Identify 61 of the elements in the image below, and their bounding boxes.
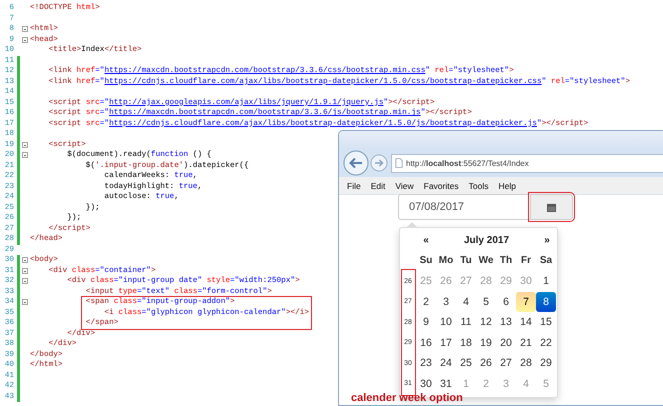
weekday-label: Fr <box>520 254 532 268</box>
day-cell[interactable]: 12 <box>476 312 496 332</box>
menu-item[interactable]: File <box>347 180 361 190</box>
day-cell[interactable]: 20 <box>496 332 516 353</box>
day-cell[interactable]: 17 <box>436 332 456 353</box>
day-cell[interactable]: 1 <box>536 271 556 292</box>
weekday-label: Th <box>498 254 514 268</box>
day-cell[interactable]: 6 <box>496 292 516 312</box>
caption: calender week option <box>351 392 463 404</box>
menu-item[interactable]: Edit <box>370 180 386 190</box>
fold-icon[interactable] <box>22 142 28 148</box>
day-cell[interactable]: 22 <box>536 332 556 353</box>
weekday-label: Sa <box>538 254 554 268</box>
fold-icon[interactable] <box>22 36 28 43</box>
fold-icon[interactable] <box>22 152 28 158</box>
address-bar[interactable]: http://localhost:55627/Test4/Index <box>391 154 663 172</box>
day-cell[interactable]: 13 <box>496 312 516 332</box>
day-cell[interactable]: 5 <box>476 292 496 312</box>
day-cell[interactable]: 26 <box>476 353 496 374</box>
day-cell[interactable]: 27 <box>496 353 516 374</box>
previous-month-button[interactable]: « <box>416 234 436 246</box>
fold-icon[interactable] <box>22 268 28 274</box>
page-icon <box>395 158 403 168</box>
fold-icon[interactable] <box>22 257 28 264</box>
day-cell[interactable]: 11 <box>456 312 476 332</box>
day-cell[interactable]: 19 <box>476 332 496 353</box>
day-cell[interactable]: 8 <box>536 292 556 312</box>
day-cell[interactable]: 15 <box>536 312 556 332</box>
day-cell[interactable]: 29 <box>536 353 556 374</box>
day-cell[interactable]: 18 <box>456 332 476 353</box>
weekday-label: Mo <box>438 254 454 268</box>
next-month-button[interactable]: » <box>537 234 557 246</box>
weekday-label: Tu <box>459 254 473 268</box>
day-cell[interactable]: 24 <box>436 353 456 374</box>
menu-item[interactable]: Tools <box>468 180 488 190</box>
day-cell[interactable]: 14 <box>516 312 536 332</box>
day-cell[interactable]: 7 <box>516 292 536 312</box>
fold-icon[interactable] <box>22 278 28 284</box>
day-cell[interactable]: 10 <box>436 312 456 332</box>
day-cell[interactable]: 3 <box>436 292 456 312</box>
month-title[interactable]: July 2017 <box>436 234 537 246</box>
weekday-label: We <box>478 254 494 268</box>
menu-item[interactable]: View <box>395 180 414 190</box>
day-cell[interactable]: 28 <box>516 353 536 374</box>
day-cell[interactable]: 31 <box>436 374 456 394</box>
day-cell[interactable]: 21 <box>516 332 536 353</box>
day-cell[interactable]: 16 <box>416 332 436 353</box>
day-cell[interactable]: 2 <box>416 292 436 312</box>
fold-icon[interactable] <box>22 26 28 32</box>
calendar-icon <box>547 202 556 212</box>
day-cell[interactable]: 4 <box>456 292 476 312</box>
menu-item[interactable]: Help <box>498 180 516 190</box>
menu-item[interactable]: Favorites <box>424 180 459 190</box>
day-cell[interactable]: 9 <box>416 312 436 332</box>
day-cell[interactable]: 30 <box>416 374 436 394</box>
day-cell[interactable]: 25 <box>456 353 476 374</box>
fold-icon[interactable] <box>22 299 28 306</box>
day-cell[interactable]: 23 <box>416 353 436 374</box>
date-input[interactable]: 07/08/2017 <box>398 194 530 220</box>
weekday-label: Su <box>418 254 434 268</box>
calendar-button[interactable] <box>530 194 573 220</box>
